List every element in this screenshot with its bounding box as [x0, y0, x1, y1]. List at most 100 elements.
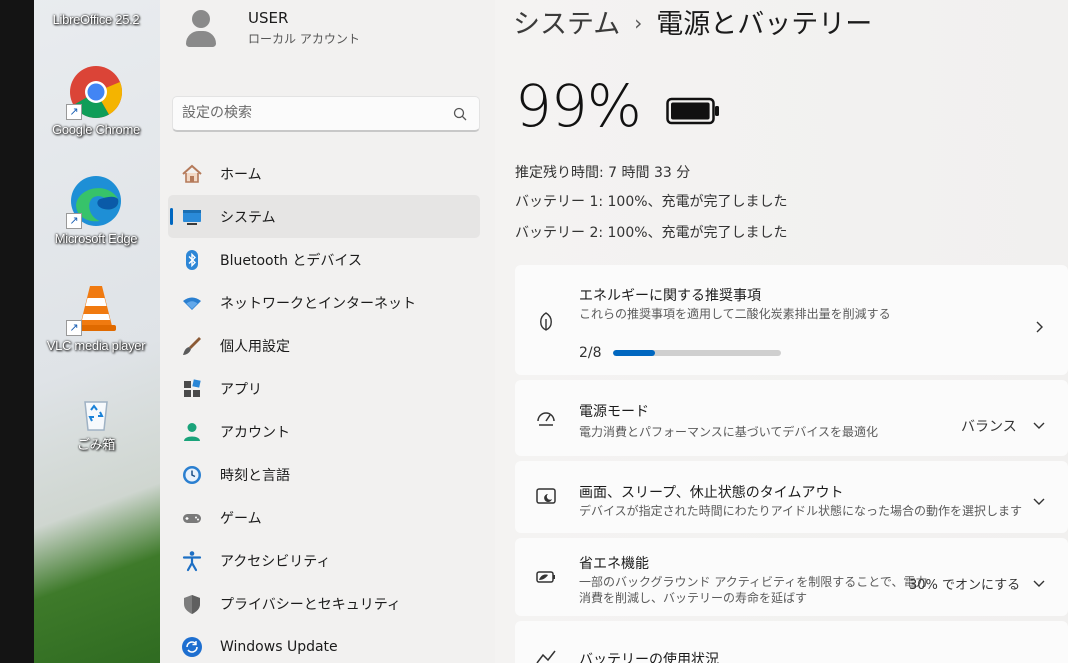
- nav-label: ゲーム: [220, 510, 262, 527]
- nav-label: 時刻と言語: [220, 467, 290, 484]
- recycle-bin-icon: [76, 394, 116, 434]
- nav-list: ホーム システム Bluetooth とデバイス ネットワークとインターネット …: [168, 152, 480, 663]
- nav-label: Windows Update: [220, 638, 338, 655]
- power-mode-title: 電源モード: [579, 404, 649, 420]
- main-content: システム › 電源とバッテリー 99% 推定残り時間: 7 時間 33 分 バッテリ…: [495, 0, 1068, 663]
- shortcut-arrow-icon: ↗: [66, 320, 82, 336]
- energy-recommendations-subtitle: これらの推奨事項を適用して二酸化炭素排出量を削減する: [579, 307, 891, 321]
- gamepad-icon: [180, 506, 204, 530]
- shortcut-arrow-icon: ↗: [66, 213, 82, 229]
- chevron-down-icon[interactable]: [1032, 576, 1046, 590]
- recommendations-progress-text: 2/8: [579, 345, 602, 361]
- home-icon: [180, 162, 204, 186]
- search-input[interactable]: [173, 97, 433, 129]
- screen-sleep-timeout-card[interactable]: 画面、スリープ、休止状態のタイムアウト デバイスが指定された時間にわたりアイドル…: [515, 461, 1068, 533]
- power-mode-value[interactable]: バランス: [961, 416, 1017, 436]
- battery-1-status: バッテリー 1: 100%、充電が完了しました: [515, 194, 788, 210]
- vlc-cone-icon: ↗: [66, 280, 124, 336]
- nav-label: アカウント: [220, 424, 290, 441]
- nav-label: 個人用設定: [220, 338, 290, 355]
- estimated-remaining-time: 推定残り時間: 7 時間 33 分: [515, 165, 691, 181]
- power-mode-gauge-icon: [537, 412, 555, 426]
- usage-chart-icon: [536, 650, 556, 663]
- desktop-icon-edge[interactable]: ↗ Microsoft Edge: [40, 173, 152, 246]
- edge-icon: ↗: [66, 173, 124, 229]
- nav-label: アプリ: [220, 381, 262, 398]
- chevron-down-icon[interactable]: [1032, 418, 1046, 432]
- battery-icon: [666, 97, 719, 125]
- update-icon: [180, 635, 204, 659]
- clock-globe-icon: [180, 463, 204, 487]
- battery-2-status: バッテリー 2: 100%、充電が完了しました: [515, 225, 788, 241]
- nav-item-network[interactable]: ネットワークとインターネット: [168, 281, 480, 324]
- system-icon: [180, 205, 204, 229]
- desktop-icon-label: ごみ箱: [76, 437, 116, 452]
- desktop-icon-label: Microsoft Edge: [54, 231, 138, 246]
- nav-label: Bluetooth とデバイス: [220, 252, 362, 269]
- nav-label: システム: [220, 209, 276, 226]
- desktop-icon-label: LibreOffice 25.2: [52, 12, 140, 27]
- battery-usage-card[interactable]: バッテリーの使用状況: [515, 621, 1068, 663]
- chrome-icon: ↗: [66, 64, 124, 120]
- nav-item-personalization[interactable]: 個人用設定: [168, 324, 480, 367]
- battery-usage-title: バッテリーの使用状況: [579, 652, 719, 663]
- nav-item-system[interactable]: システム: [168, 195, 480, 238]
- power-mode-card[interactable]: 電源モード 電力消費とパフォーマンスに基づいてデバイスを最適化 バランス: [515, 380, 1068, 456]
- chevron-down-icon[interactable]: [1032, 494, 1046, 508]
- nav-label: アクセシビリティ: [220, 553, 331, 570]
- battery-leaf-icon: [536, 571, 555, 583]
- shortcut-arrow-icon: ↗: [66, 104, 82, 120]
- nav-item-privacy[interactable]: プライバシーとセキュリティ: [168, 582, 480, 625]
- search-icon[interactable]: [453, 107, 467, 121]
- battery-percentage: 99%: [515, 72, 642, 140]
- energy-saver-subtitle-line1: 一部のバックグラウンド アクティビティを制限することで、電力: [579, 575, 928, 589]
- desktop-icon-libreoffice[interactable]: LibreOffice 25.2: [40, 0, 152, 27]
- power-mode-subtitle: 電力消費とパフォーマンスに基づいてデバイスを最適化: [579, 425, 879, 439]
- leaf-icon: [540, 312, 552, 331]
- recommendations-progress-fill: [613, 350, 655, 356]
- user-name: USER: [248, 9, 289, 27]
- nav-item-accessibility[interactable]: アクセシビリティ: [168, 539, 480, 582]
- screen-sleep-subtitle: デバイスが指定された時間にわたりアイドル状態になった場合の動作を選択します: [579, 504, 1023, 518]
- energy-saver-title: 省エネ機能: [579, 556, 649, 572]
- energy-saver-value[interactable]: 30% でオンにする: [909, 574, 1020, 593]
- recommendations-progress-bar: [613, 350, 781, 356]
- nav-item-bluetooth[interactable]: Bluetooth とデバイス: [168, 238, 480, 281]
- page-title: 電源とバッテリー: [656, 9, 873, 40]
- account-icon: [180, 420, 204, 444]
- nav-item-windows-update[interactable]: Windows Update: [168, 625, 480, 663]
- nav-item-gaming[interactable]: ゲーム: [168, 496, 480, 539]
- nav-label: プライバシーとセキュリティ: [220, 596, 401, 613]
- desktop-icon-label: VLC media player: [46, 338, 146, 353]
- desktop-icon-label: Google Chrome: [52, 122, 140, 137]
- nav-label: ネットワークとインターネット: [220, 295, 416, 312]
- settings-sidebar: USER ローカル アカウント ホーム システム Bluetooth: [160, 0, 495, 663]
- account-type: ローカル アカウント: [248, 32, 360, 46]
- energy-saver-subtitle-line2: 消費を削減し、バッテリーの寿命を延ばす: [579, 591, 808, 605]
- energy-recommendations-card[interactable]: エネルギーに関する推奨事項 これらの推奨事項を適用して二酸化炭素排出量を削減する…: [515, 265, 1068, 375]
- nav-item-accounts[interactable]: アカウント: [168, 410, 480, 453]
- breadcrumb-separator: ›: [634, 11, 643, 35]
- nav-item-time-language[interactable]: 時刻と言語: [168, 453, 480, 496]
- desktop-icon-vlc[interactable]: ↗ VLC media player: [40, 280, 152, 353]
- screen-bezel: [0, 0, 34, 663]
- screen-sleep-title: 画面、スリープ、休止状態のタイムアウト: [579, 485, 844, 501]
- brush-icon: [180, 334, 204, 358]
- user-profile[interactable]: USER ローカル アカウント: [184, 8, 360, 48]
- search-box[interactable]: [172, 96, 480, 132]
- avatar: [184, 8, 216, 48]
- breadcrumb: システム › 電源とバッテリー: [513, 2, 872, 41]
- desktop-area: LibreOffice 25.2 ↗ Google Chrome ↗ Micro…: [0, 0, 160, 663]
- energy-saver-card[interactable]: 省エネ機能 一部のバックグラウンド アクティビティを制限することで、電力 消費を…: [515, 538, 1068, 616]
- breadcrumb-system-link[interactable]: システム: [513, 9, 620, 40]
- chevron-right-icon[interactable]: [1032, 320, 1046, 334]
- desktop-icon-recycle-bin[interactable]: ごみ箱: [40, 394, 152, 453]
- desktop-icon-chrome[interactable]: ↗ Google Chrome: [40, 64, 152, 137]
- wifi-icon: [180, 291, 204, 315]
- nav-item-apps[interactable]: アプリ: [168, 367, 480, 410]
- energy-recommendations-title: エネルギーに関する推奨事項: [579, 288, 761, 304]
- accessibility-icon: [180, 549, 204, 573]
- screen-sleep-icon: [536, 488, 556, 504]
- bluetooth-icon: [180, 248, 204, 272]
- nav-item-home[interactable]: ホーム: [168, 152, 480, 195]
